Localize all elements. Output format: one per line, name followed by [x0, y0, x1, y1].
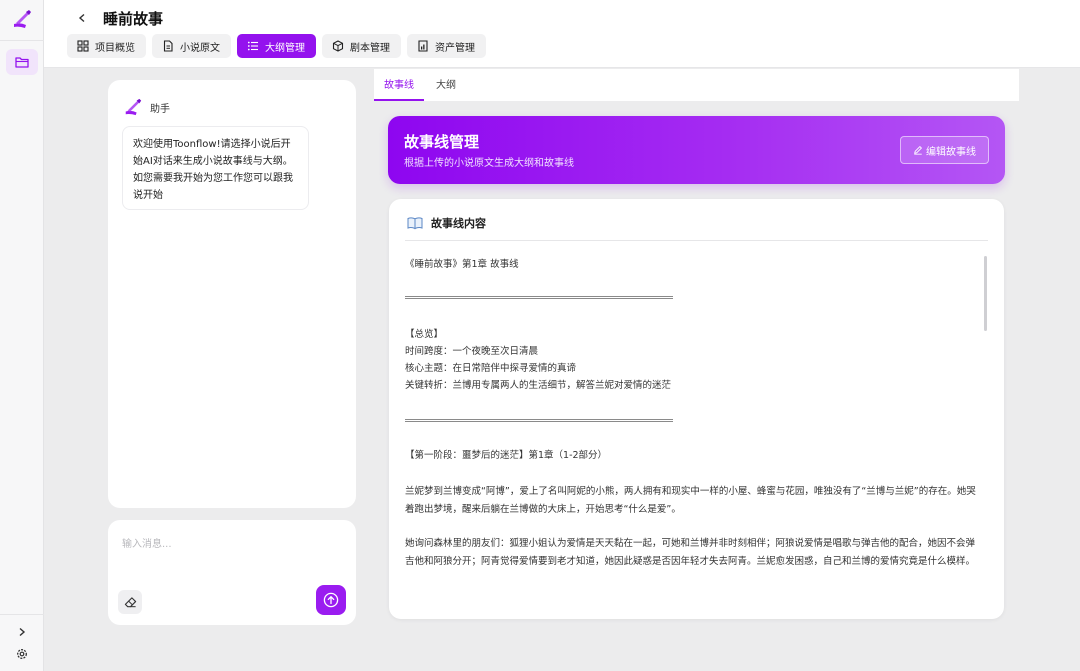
card-title: 故事线内容: [431, 217, 486, 230]
module-tabs: 项目概览 小说原文 大纲管理 剧本管理 资产管理: [67, 34, 486, 58]
arrow-up-circle-icon: [323, 592, 339, 608]
tab-outline-management[interactable]: 大纲管理: [237, 34, 316, 58]
list-icon: [247, 41, 258, 51]
chapter-title: 《睡前故事》第1章 故事线: [405, 259, 519, 270]
story-paragraph: 兰妮梦到兰博变成“阿博”，爱上了名叫阿妮的小熊，两人拥有和现实中一样的小屋、蜂蜜…: [405, 486, 976, 515]
message-composer: 输入消息...: [108, 520, 356, 625]
eraser-icon: [124, 596, 136, 607]
banner-subtitle: 根据上传的小说原文生成大纲和故事线: [404, 158, 574, 169]
storyline-banner: 故事线管理 根据上传的小说原文生成大纲和故事线 编辑故事线: [388, 116, 1005, 184]
double-rule: [405, 419, 673, 422]
gear-icon: [17, 649, 27, 659]
grid-icon: [77, 40, 89, 52]
assistant-header: 助手: [123, 97, 170, 117]
message-input[interactable]: 输入消息...: [122, 535, 172, 550]
tab-script-management[interactable]: 剧本管理: [322, 34, 401, 58]
key-turn: 关键转折：兰博用专属两人的生活细节，解答兰妮对爱情的迷茫: [405, 380, 672, 391]
overview-label: 【总览】: [405, 329, 444, 340]
assistant-panel: 助手 欢迎使用Toonflow!请选择小说后开始AI对话来生成小说故事线与大纲。…: [108, 80, 356, 508]
card-header: 故事线内容: [407, 215, 486, 231]
core-theme: 核心主题：在日常陪伴中探寻爱情的真谛: [405, 363, 577, 374]
document-icon: [163, 40, 173, 52]
back-button[interactable]: [74, 9, 90, 27]
tab-novel-text[interactable]: 小说原文: [152, 34, 231, 58]
storyline-card: 故事线内容 《睡前故事》第1章 故事线 【总览】 时间跨度：一个夜晚至次日清晨 …: [389, 199, 1004, 619]
tab-label: 剧本管理: [350, 42, 390, 54]
chart-file-icon: [418, 40, 428, 52]
tab-asset-management[interactable]: 资产管理: [407, 34, 486, 58]
tab-outline[interactable]: 大纲: [436, 69, 456, 101]
tab-label: 资产管理: [435, 42, 475, 54]
stage-label: 【第一阶段：噩梦后的迷茫】第1章（1-2部分）: [405, 450, 608, 461]
chevron-left-icon: [78, 13, 85, 23]
folder-nav-button[interactable]: [6, 49, 38, 75]
folder-icon: [15, 57, 29, 68]
cube-icon: [332, 40, 344, 52]
tab-storyline[interactable]: 故事线: [374, 69, 424, 101]
left-rail: [0, 0, 44, 671]
content-scrollbar[interactable]: [984, 256, 987, 331]
edit-storyline-button[interactable]: 编辑故事线: [900, 136, 989, 164]
content-tabs: 故事线 大纲: [374, 69, 1019, 101]
assistant-message: 欢迎使用Toonflow!请选择小说后开始AI对话来生成小说故事线与大纲。如您需…: [122, 126, 309, 210]
expand-sidebar-button[interactable]: [14, 624, 30, 640]
assistant-name: 助手: [150, 103, 170, 115]
time-span: 时间跨度：一个夜晚至次日清晨: [405, 346, 539, 357]
assistant-avatar-icon: [125, 98, 142, 116]
tab-label: 小说原文: [180, 42, 220, 54]
card-divider: [405, 240, 988, 241]
chevron-right-icon: [19, 627, 26, 637]
open-book-icon: [407, 217, 423, 230]
app-logo-icon[interactable]: [11, 8, 33, 30]
story-paragraph: 她询问森林里的朋友们：狐狸小姐认为爱情是天天黏在一起，可她和兰博并非时刻相伴；阿…: [405, 538, 976, 567]
double-rule: [405, 296, 673, 299]
project-title: 睡前故事: [103, 10, 164, 28]
tab-project-overview[interactable]: 项目概览: [67, 34, 146, 58]
tab-label: 项目概览: [95, 42, 135, 54]
top-header: 睡前故事 项目概览 小说原文 大纲管理 剧本管理 资产管理: [44, 0, 1080, 68]
clear-button[interactable]: [118, 590, 142, 614]
tab-label: 大纲管理: [265, 42, 305, 54]
rail-divider-bottom: [0, 614, 44, 615]
banner-title: 故事线管理: [404, 133, 480, 151]
edit-storyline-label: 编辑故事线: [926, 146, 976, 158]
send-button[interactable]: [316, 585, 346, 615]
settings-button[interactable]: [14, 646, 30, 662]
rail-divider: [0, 40, 44, 41]
pencil-icon: [914, 146, 922, 155]
